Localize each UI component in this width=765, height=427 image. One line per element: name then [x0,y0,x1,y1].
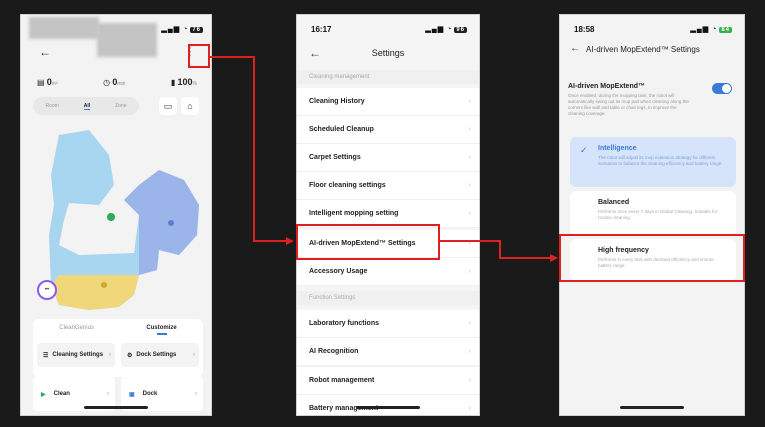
arrow-1 [210,56,288,242]
arrow-2 [440,240,552,259]
annotation-arrows [210,56,558,262]
arrow-1-head [286,237,294,245]
arrow-2-head [550,254,558,262]
